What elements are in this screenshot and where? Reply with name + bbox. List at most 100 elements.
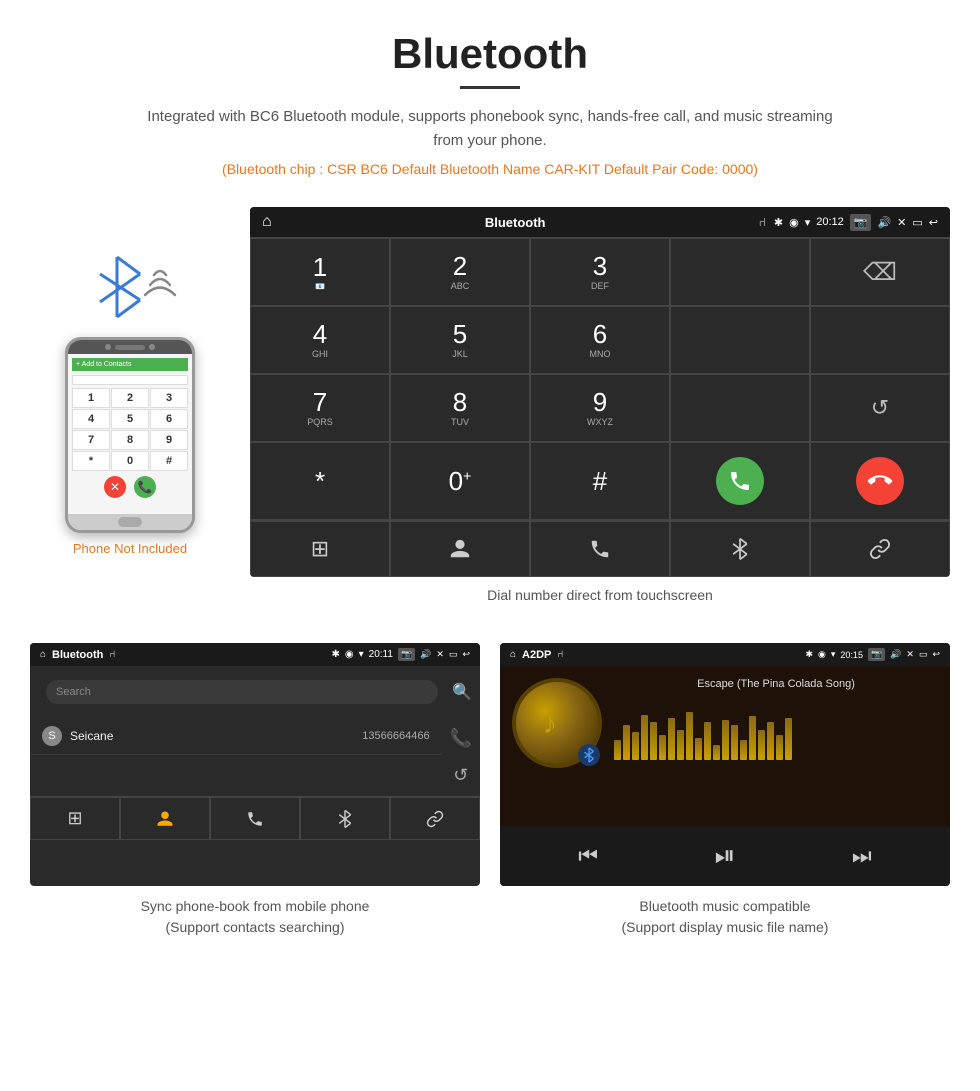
dial-home-icon[interactable]: ⌂ [262,213,272,231]
music-prev-btn[interactable]: ⏮ [578,843,598,869]
phone-end-call-btn[interactable]: ✕ [104,476,126,498]
music-bar-10 [704,722,711,760]
pb-camera-icon[interactable]: 📷 [398,648,415,661]
music-back-icon[interactable]: ↩ [932,649,940,660]
dial-key-star[interactable]: * [250,442,390,520]
phone-screen-header: + Add to Contacts [72,358,188,371]
pb-search-icon[interactable]: 🔍 [452,682,472,702]
phone-key-9[interactable]: 9 [150,430,188,450]
dial-key-7[interactable]: 7 PQRS [250,374,390,442]
phone-key-8[interactable]: 8 [111,430,149,450]
dial-bottom-link-icon[interactable] [810,521,950,577]
pb-bottom-link-icon[interactable] [390,797,480,840]
dial-window-icon[interactable]: ▭ [912,216,922,229]
dial-section: ⌂ Bluetooth ⑁ ✱ ◉ ▾ 20:12 📷 🔊 ✕ ▭ ↩ [250,207,950,623]
dial-backspace-btn[interactable]: ⌫ [810,238,950,306]
phone-key-1[interactable]: 1 [72,388,110,408]
pb-bottom-phone-icon[interactable] [210,797,300,840]
pb-search-input[interactable]: Search [46,680,438,704]
pb-contact-avatar: S [42,726,62,746]
title-underline [460,86,520,89]
pb-back-icon[interactable]: ↩ [462,649,470,660]
dial-bottom-bar: ⊞ [250,520,950,577]
dial-call-end-btn[interactable] [810,442,950,520]
pb-status-right: ✱ ◉ ▾ 20:11 📷 🔊 ✕ ▭ ↩ [332,648,471,661]
music-window-icon[interactable]: ▭ [919,649,928,660]
main-section: + Add to Contacts 1 2 3 4 5 6 7 8 9 * 0 … [0,207,980,623]
phone-key-6[interactable]: 6 [150,409,188,429]
music-camera-icon[interactable]: 📷 [868,648,885,661]
phone-home-button[interactable] [118,517,142,527]
dial-bottom-grid-icon[interactable]: ⊞ [250,521,390,577]
dial-back-icon[interactable]: ↩ [929,216,938,229]
phonebook-item: ⌂ Bluetooth ⑁ ✱ ◉ ▾ 20:11 📷 🔊 ✕ ▭ ↩ [30,643,480,938]
pb-bottom-grid-icon[interactable]: ⊞ [30,797,120,840]
pb-title: Bluetooth [52,649,103,661]
phone-call-btn[interactable]: 📞 [134,476,156,498]
phone-key-7[interactable]: 7 [72,430,110,450]
dial-key-3[interactable]: 3 DEF [530,238,670,306]
pb-wifi-icon: ▾ [359,649,364,660]
music-screenshot: ⌂ A2DP ⑁ ✱ ◉ ▾ 20:15 📷 🔊 ✕ ▭ ↩ [500,643,950,886]
music-album-art-container: ♪ [512,678,602,768]
dial-key-6[interactable]: 6 MNO [530,306,670,374]
music-close-icon[interactable]: ✕ [906,649,914,660]
dial-key-8[interactable]: 8 TUV [390,374,530,442]
phone-key-4[interactable]: 4 [72,409,110,429]
music-next-btn[interactable]: ⏭ [852,843,872,869]
music-bar-19 [785,718,792,760]
music-home-icon[interactable]: ⌂ [510,649,516,660]
phone-add-contact-btn[interactable]: + Add to Contacts [76,361,131,368]
pb-volume-icon[interactable]: 🔊 [420,649,431,660]
dial-call-green-icon [716,457,764,505]
phonebook-caption: Sync phone-book from mobile phone (Suppo… [30,896,480,938]
pb-right-refresh-icon[interactable]: ↺ [453,765,468,786]
dial-key-1[interactable]: 1 📧 [250,238,390,306]
phone-key-2[interactable]: 2 [111,388,149,408]
music-main-area: ♪ Es [500,666,950,826]
dial-call-end-icon [856,457,904,505]
dial-close-icon[interactable]: ✕ [897,216,906,229]
dial-camera-icon[interactable]: 📷 [850,214,872,231]
phone-container: + Add to Contacts 1 2 3 4 5 6 7 8 9 * 0 … [30,207,230,556]
pb-bottom-bluetooth-icon[interactable] [300,797,390,840]
pb-bottom-contacts-icon[interactable] [120,797,210,840]
dial-bottom-bluetooth-icon[interactable] [670,521,810,577]
phone-key-3[interactable]: 3 [150,388,188,408]
phone-key-hash[interactable]: # [150,451,188,471]
music-info-area: Escape (The Pina Colada Song) [614,678,938,760]
dial-volume-icon[interactable]: 🔊 [877,216,891,229]
pb-right-icons: 📞 ↺ [442,718,480,796]
pb-close-icon[interactable]: ✕ [436,649,444,660]
dial-bottom-contacts-icon[interactable] [390,521,530,577]
phone-key-5[interactable]: 5 [111,409,149,429]
music-volume-icon[interactable]: 🔊 [890,649,901,660]
bluetooth-icon-area [80,247,180,327]
dial-key-4[interactable]: 4 GHI [250,306,390,374]
pb-home-icon[interactable]: ⌂ [40,649,46,660]
music-status-right: ✱ ◉ ▾ 20:15 📷 🔊 ✕ ▭ ↩ [805,648,940,661]
music-bar-18 [776,735,783,760]
dial-usb-icon: ⑁ [759,215,766,229]
dial-call-green-btn[interactable] [670,442,810,520]
dial-bottom-phone-icon[interactable] [530,521,670,577]
pb-content: S Seicane 13566664466 📞 ↺ [30,718,480,796]
phone-key-star[interactable]: * [72,451,110,471]
phonebook-caption-line1: Sync phone-book from mobile phone [141,898,370,914]
dial-screen-title: Bluetooth [280,215,751,230]
dial-key-2[interactable]: 2 ABC [390,238,530,306]
dial-key-5[interactable]: 5 JKL [390,306,530,374]
dial-refresh-btn[interactable]: ↺ [810,374,950,442]
pb-contact-row[interactable]: S Seicane 13566664466 [30,718,442,755]
music-play-pause-btn[interactable]: ⏯ [715,840,736,872]
music-bar-4 [650,722,657,760]
pb-search-placeholder: Search [56,686,91,698]
dial-key-9[interactable]: 9 WXYZ [530,374,670,442]
pb-right-phone-icon[interactable]: 📞 [450,728,472,749]
pb-contact-name: Seicane [70,729,113,743]
dial-key-hash[interactable]: # [530,442,670,520]
pb-window-icon[interactable]: ▭ [449,649,458,660]
dial-caption: Dial number direct from touchscreen [250,587,950,603]
dial-key-0[interactable]: 0+ [390,442,530,520]
phone-key-0[interactable]: 0 [111,451,149,471]
